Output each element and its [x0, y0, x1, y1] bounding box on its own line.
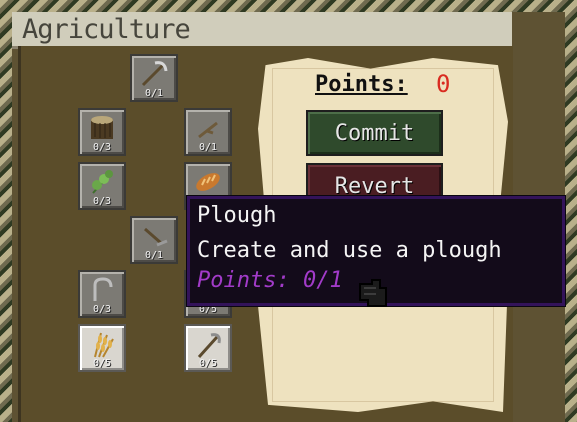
tooltip-title: Plough — [197, 203, 277, 228]
window-title: Agriculture — [22, 14, 191, 45]
skill-slot-wheat[interactable]: 0/5 — [78, 324, 126, 372]
scythe-icon — [138, 59, 170, 89]
skill-slot-sickle[interactable]: 0/5 — [184, 324, 232, 372]
wheat-icon — [86, 329, 118, 359]
sapling-icon — [86, 167, 118, 197]
skill-slot-hook[interactable]: 0/3 — [78, 270, 126, 318]
tooltip-points: Points: 0/1 — [197, 268, 343, 293]
skill-slot-plough[interactable]: 0/1 — [130, 216, 178, 264]
skill-count: 0/1 — [144, 88, 164, 99]
bread-icon — [192, 167, 224, 197]
points-value: 0 — [436, 70, 451, 98]
skill-count: 0/3 — [92, 196, 112, 207]
points-label: Points: — [315, 72, 408, 97]
tooltip-description: Create and use a plough — [197, 238, 502, 263]
hook-icon — [86, 275, 118, 305]
pointer-cursor-icon — [358, 278, 388, 312]
skill-count: 0/3 — [92, 142, 112, 153]
plough-icon — [138, 221, 170, 251]
skill-slot-log[interactable]: 0/3 — [78, 108, 126, 156]
skill-count: 0/5 — [198, 358, 218, 369]
stick-icon — [192, 113, 224, 143]
skill-slot-stick[interactable]: 0/1 — [184, 108, 232, 156]
skill-slot-scythe[interactable]: 0/1 — [130, 54, 178, 102]
commit-button[interactable]: Commit — [306, 110, 443, 156]
skill-slot-sapling[interactable]: 0/3 — [78, 162, 126, 210]
skill-count: 0/3 — [92, 304, 112, 315]
skill-count: 0/5 — [92, 358, 112, 369]
sickle-icon — [192, 329, 224, 359]
log-icon — [86, 113, 118, 143]
skill-count: 0/1 — [144, 250, 164, 261]
skill-count: 0/1 — [198, 142, 218, 153]
